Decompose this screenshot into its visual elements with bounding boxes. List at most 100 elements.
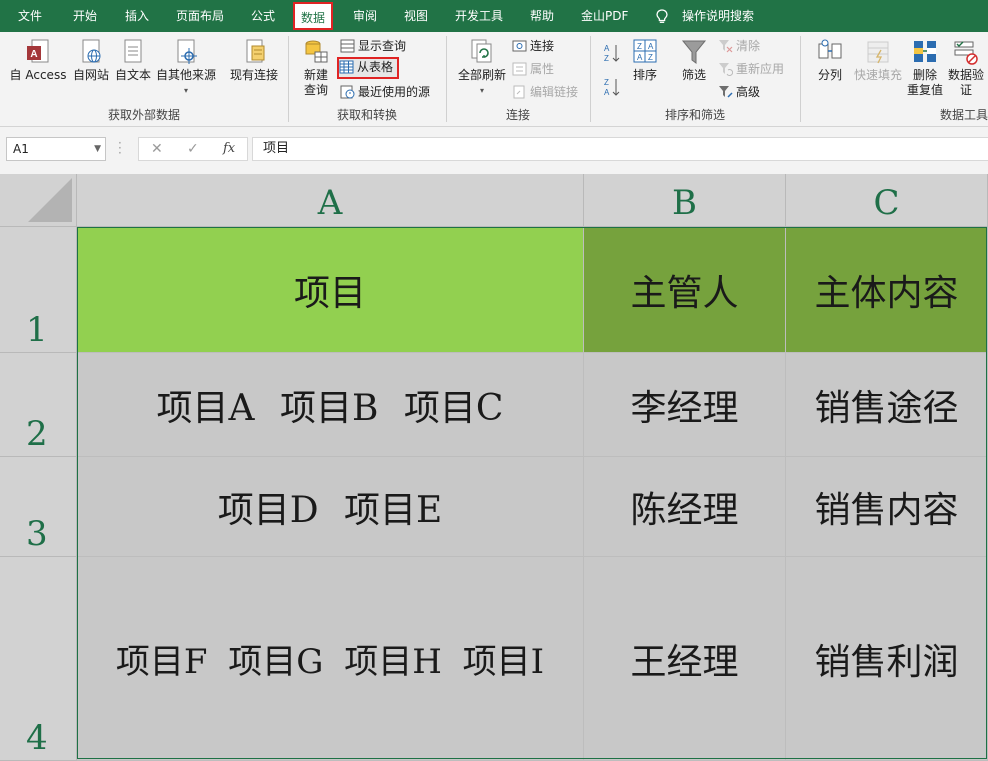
table-icon — [339, 60, 354, 74]
cell-b1[interactable]: 主管人 — [584, 227, 786, 353]
queries-icon — [340, 39, 355, 53]
tab-home[interactable]: 开始 — [73, 0, 97, 32]
select-all-button[interactable] — [0, 174, 77, 227]
svg-text:A: A — [604, 44, 610, 53]
select-all-triangle-icon — [28, 178, 72, 222]
ribbon: A 自 Access 自网站 自文本 自其他来源 ▾ 现有连接 获取外部数据 新… — [0, 32, 988, 127]
properties-button[interactable]: 属性 — [512, 59, 554, 79]
group-label-data-tools: 数据工具 — [940, 108, 988, 122]
clear-filter-icon — [718, 39, 733, 53]
cell-c2[interactable]: 销售途径 — [786, 353, 988, 457]
enter-icon[interactable]: ✓ — [187, 138, 199, 160]
svg-text:Z: Z — [648, 53, 653, 62]
cell-b4[interactable]: 王经理 — [584, 557, 786, 761]
data-validation-icon — [953, 38, 979, 66]
text-to-columns-button[interactable]: 分列 — [812, 38, 848, 83]
refresh-all-button[interactable]: 全部刷新 ▾ — [454, 38, 510, 98]
from-web-button[interactable]: 自网站 — [70, 38, 112, 83]
svg-text:A: A — [604, 88, 610, 97]
tab-developer[interactable]: 开发工具 — [455, 0, 503, 32]
worksheet: A B C 1 2 3 4 项目 主管人 主体内容 项目A 项目B 项目C 李经… — [0, 174, 988, 761]
cancel-icon[interactable]: ✕ — [151, 138, 163, 160]
row-header-2[interactable]: 2 — [0, 353, 77, 457]
tell-me-search[interactable]: 操作说明搜索 — [682, 0, 754, 32]
tab-insert[interactable]: 插入 — [125, 0, 149, 32]
from-other-sources-button[interactable]: 自其他来源 ▾ — [154, 38, 218, 98]
group-label-get-external-data: 获取外部数据 — [107, 108, 180, 122]
cell-b2[interactable]: 李经理 — [584, 353, 786, 457]
tab-kingsoft-pdf[interactable]: 金山PDF — [581, 0, 628, 32]
insert-function-icon[interactable]: fx — [223, 138, 235, 160]
new-query-icon — [303, 38, 329, 66]
reapply-button[interactable]: 重新应用 — [718, 59, 784, 79]
cell-c1[interactable]: 主体内容 — [786, 227, 988, 353]
new-query-button[interactable]: 新建 查询 — [296, 38, 336, 98]
data-validation-button[interactable]: 数据验 证 — [946, 38, 986, 98]
group-label-connections: 连接 — [505, 108, 530, 122]
edit-links-button[interactable]: 编辑链接 — [512, 82, 578, 102]
svg-text:Z: Z — [604, 78, 609, 87]
tab-view[interactable]: 视图 — [404, 0, 428, 32]
cell-a1[interactable]: 项目 — [77, 227, 584, 353]
formula-buttons: ✕ ✓ fx — [138, 137, 248, 161]
dropdown-arrow-icon: ▾ — [479, 86, 484, 95]
refresh-icon — [469, 38, 495, 66]
tab-help[interactable]: 帮助 — [530, 0, 554, 32]
from-text-button[interactable]: 自文本 — [112, 38, 154, 83]
name-box[interactable]: A1 ▼ — [6, 137, 106, 161]
sort-dialog-icon: ZAAZ — [632, 38, 658, 66]
svg-text:Z: Z — [637, 42, 642, 51]
sort-descending-icon[interactable]: ZA — [603, 76, 621, 101]
tab-review[interactable]: 审阅 — [353, 0, 377, 32]
flash-fill-button[interactable]: 快速填充 — [852, 38, 904, 83]
tab-page-layout[interactable]: 页面布局 — [176, 0, 224, 32]
row-header-3[interactable]: 3 — [0, 457, 77, 557]
column-header-a[interactable]: A — [77, 174, 584, 227]
svg-text:A: A — [637, 53, 643, 62]
recent-sources-button[interactable]: 最近使用的源 — [340, 82, 430, 102]
access-icon: A — [25, 38, 51, 66]
reapply-icon — [718, 62, 734, 76]
cell-a4[interactable]: 项目F 项目G 项目H 项目I — [77, 557, 584, 761]
cell-a3[interactable]: 项目D 项目E — [77, 457, 584, 557]
svg-text:A: A — [648, 42, 654, 51]
cell-b3[interactable]: 陈经理 — [584, 457, 786, 557]
row-header-1[interactable]: 1 — [0, 227, 77, 353]
svg-text:A: A — [30, 49, 37, 60]
existing-connections-button[interactable]: 现有连接 — [228, 38, 280, 83]
formula-input[interactable]: 项目 — [252, 137, 988, 161]
group-label-sort-filter: 排序和筛选 — [664, 108, 725, 122]
connections-icon — [512, 39, 527, 53]
remove-duplicates-button[interactable]: 删除 重复值 — [906, 38, 944, 98]
flash-fill-icon — [865, 38, 891, 66]
properties-icon — [512, 62, 527, 76]
cell-c4[interactable]: 销售利润 — [786, 557, 988, 761]
show-queries-button[interactable]: 显示查询 — [340, 36, 406, 56]
advanced-filter-button[interactable]: 高级 — [718, 82, 760, 102]
tab-formulas[interactable]: 公式 — [251, 0, 275, 32]
filter-button[interactable]: 筛选 — [676, 38, 712, 83]
tab-data[interactable]: 数据 — [293, 2, 334, 30]
sort-button[interactable]: ZAAZ 排序 — [628, 38, 662, 83]
other-sources-icon — [173, 38, 199, 66]
row-header-4[interactable]: 4 — [0, 557, 77, 761]
filter-funnel-icon — [681, 38, 707, 66]
cell-c3[interactable]: 销售内容 — [786, 457, 988, 557]
group-label-get-transform: 获取和转换 — [336, 108, 397, 122]
existing-connections-icon — [241, 38, 267, 66]
dropdown-arrow-icon: ▾ — [183, 86, 188, 95]
clear-filter-button[interactable]: 清除 — [718, 36, 760, 56]
sort-ascending-icon[interactable]: AZ — [603, 42, 621, 67]
cell-a2[interactable]: 项目A 项目B 项目C — [77, 353, 584, 457]
group-divider — [800, 36, 801, 122]
tab-file[interactable]: 文件 — [18, 0, 42, 32]
column-header-c[interactable]: C — [786, 174, 988, 227]
from-access-button[interactable]: A 自 Access — [8, 38, 68, 83]
name-box-dropdown-icon[interactable]: ▼ — [94, 138, 101, 160]
column-header-b[interactable]: B — [584, 174, 786, 227]
svg-text:Z: Z — [604, 54, 609, 63]
from-table-button[interactable]: 从表格 — [337, 57, 400, 79]
lightbulb-icon — [656, 9, 668, 23]
connections-button[interactable]: 连接 — [512, 36, 554, 56]
drag-handle-icon[interactable]: · · · — [118, 137, 122, 159]
